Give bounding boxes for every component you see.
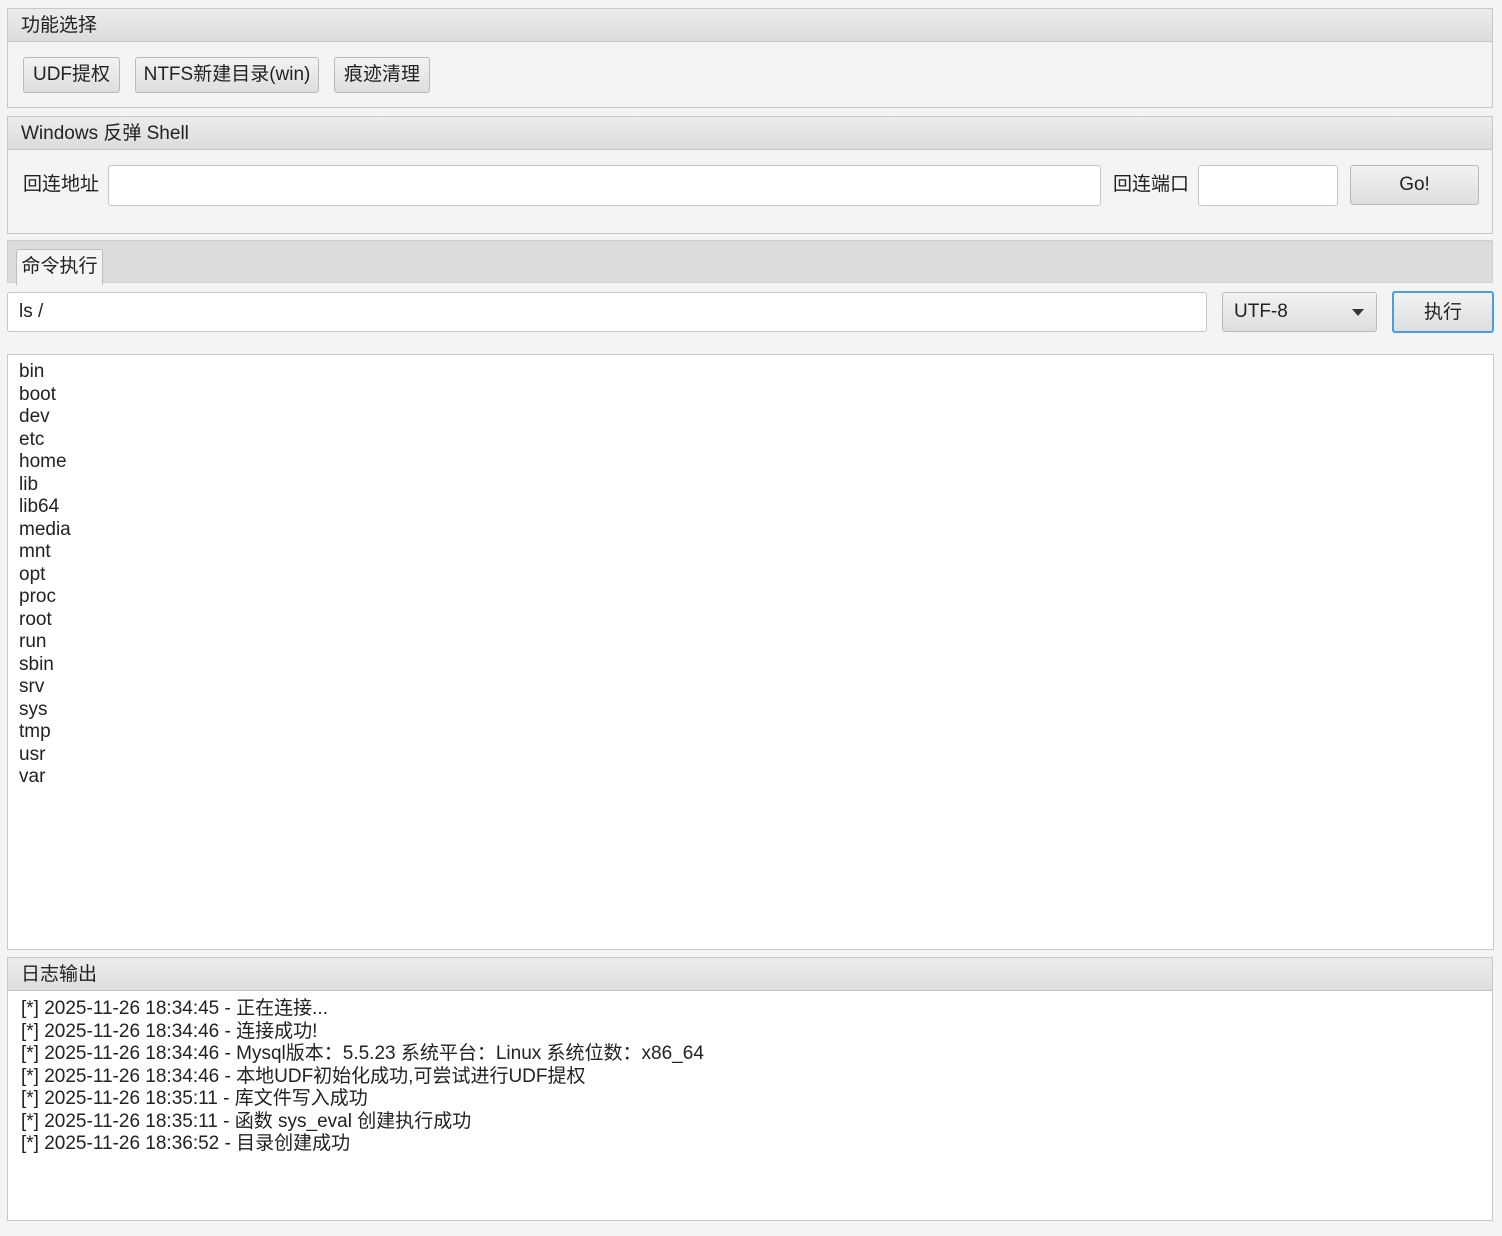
output-line: root	[19, 608, 52, 630]
log-line: [*] 2025-11-26 18:34:46 - 本地UDF初始化成功,可尝试…	[21, 1065, 586, 1087]
output-line: tmp	[19, 721, 51, 742]
output-line: home	[19, 451, 67, 472]
command-input[interactable]	[7, 292, 1207, 332]
output-line: lib64	[19, 496, 60, 517]
host-label: 回连地址	[23, 174, 100, 195]
output-line: var	[19, 766, 46, 787]
output-line: opt	[19, 563, 46, 585]
port-input[interactable]	[1198, 165, 1338, 206]
port-label: 回连端口	[1113, 174, 1190, 195]
go-button[interactable]: Go!	[1350, 165, 1479, 205]
log-output-panel: 日志输出 [*] 2025-11-26 18:34:45 - 正在连接... [*…	[7, 957, 1493, 1221]
trace-cleanup-button[interactable]: 痕迹清理	[334, 57, 430, 93]
log-line: [*] 2025-11-26 18:36:52 - 目录创建成功	[21, 1133, 351, 1154]
log-line: [*] 2025-11-26 18:34:46 - 连接成功!	[21, 1020, 318, 1042]
output-line: boot	[19, 383, 56, 405]
output-line: lib	[19, 473, 39, 495]
encoding-select[interactable]: UTF-8	[1222, 292, 1377, 332]
log-line: [*] 2025-11-26 18:35:11 - 函数 sys_eval 创建…	[21, 1110, 472, 1132]
function-select-panel: 功能选择 UDF提权 NTFS新建目录(win) 痕迹清理	[7, 8, 1493, 108]
output-lines: bin boot dev etc home lib lib64 media mnt opt proc…	[19, 361, 1482, 789]
output-line: mnt	[19, 541, 51, 562]
log-lines[interactable]: [*] 2025-11-26 18:34:45 - 正在连接... [*] 202…	[8, 991, 1492, 1163]
log-line: [*] 2025-11-26 18:35:11 - 库文件写入成功	[21, 1088, 368, 1109]
output-line: etc	[19, 428, 45, 450]
output-line: proc	[19, 586, 56, 607]
log-output-title: 日志输出	[8, 958, 1492, 991]
execute-button[interactable]: 执行	[1392, 291, 1494, 333]
udf-privesc-button[interactable]: UDF提权	[23, 57, 120, 93]
output-line: media	[19, 518, 71, 540]
command-output-area[interactable]: bin boot dev etc home lib lib64 media mnt opt proc…	[7, 354, 1494, 950]
output-line: sbin	[19, 653, 54, 675]
ntfs-new-dir-button[interactable]: NTFS新建目录(win)	[135, 57, 319, 93]
tab-command-exec[interactable]: 命令执行	[16, 249, 103, 285]
output-line: dev	[19, 406, 50, 427]
host-input[interactable]	[108, 165, 1101, 206]
output-line: usr	[19, 743, 46, 765]
reverse-shell-title: Windows 反弹 Shell	[8, 117, 1492, 150]
log-line: [*] 2025-11-26 18:34:46 - Mysql版本：5.5.23…	[21, 1043, 704, 1064]
log-line: [*] 2025-11-26 18:34:45 - 正在连接...	[21, 998, 328, 1019]
output-line: sys	[19, 698, 48, 720]
chevron-down-icon	[1352, 309, 1364, 316]
function-select-title: 功能选择	[8, 9, 1492, 42]
reverse-shell-panel: Windows 反弹 Shell 回连地址 回连端口 Go!	[7, 116, 1493, 234]
tab-bar: 命令执行	[7, 240, 1493, 285]
encoding-value: UTF-8	[1234, 301, 1288, 322]
output-line: bin	[19, 361, 45, 382]
output-line: run	[19, 631, 47, 652]
output-line: srv	[19, 676, 45, 697]
